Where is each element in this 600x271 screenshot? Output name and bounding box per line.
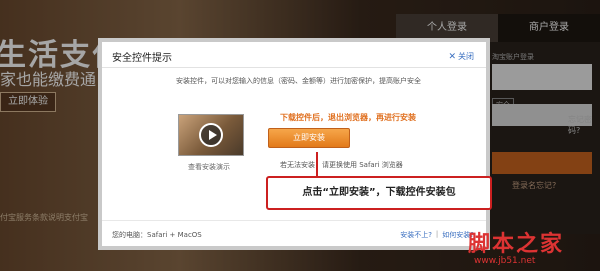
install-now-button[interactable]: 立即安装 [268,128,350,148]
install-demo-video[interactable] [178,114,244,156]
callout-pointer [316,152,318,176]
close-icon[interactable]: ✕ [448,52,456,62]
close-label[interactable]: 关闭 [458,51,474,62]
instruction-callout: 点击“立即安装”，下载控件安装包 [266,176,492,210]
demo-link[interactable]: 查看安装演示 [188,162,230,172]
pc-info: 您的电脑：Safari + MacOS [112,231,202,239]
play-icon[interactable] [199,123,223,147]
divider: | [435,230,439,238]
watermark-logo: 脚本之家 [468,231,565,257]
install-fail-link[interactable]: 安装不上? [400,230,432,240]
fallback-note: 若无法安装，请更换使用 Safari 浏览器 [280,161,403,169]
security-control-dialog: 安全控件提示 ✕ 关闭 安装控件，可以对您输入的信息（密码、金额等）进行加密保护… [98,38,490,250]
dialog-footer: 您的电脑：Safari + MacOS 安装不上? | 如何安装? [102,220,486,246]
close-button[interactable]: ✕ 关闭 [448,51,474,62]
footer-links: 安装不上? | 如何安装? [400,230,474,240]
watermark-url: www.jb51.net [474,256,536,266]
dialog-description: 安装控件，可以对您输入的信息（密码、金额等）进行加密保护，提高账户安全 [176,77,421,85]
dialog-header: 安全控件提示 ✕ 关闭 [102,42,486,68]
dialog-title: 安全控件提示 [112,53,172,64]
install-warning: 下载控件后，退出浏览器，再进行安装 [280,113,416,122]
